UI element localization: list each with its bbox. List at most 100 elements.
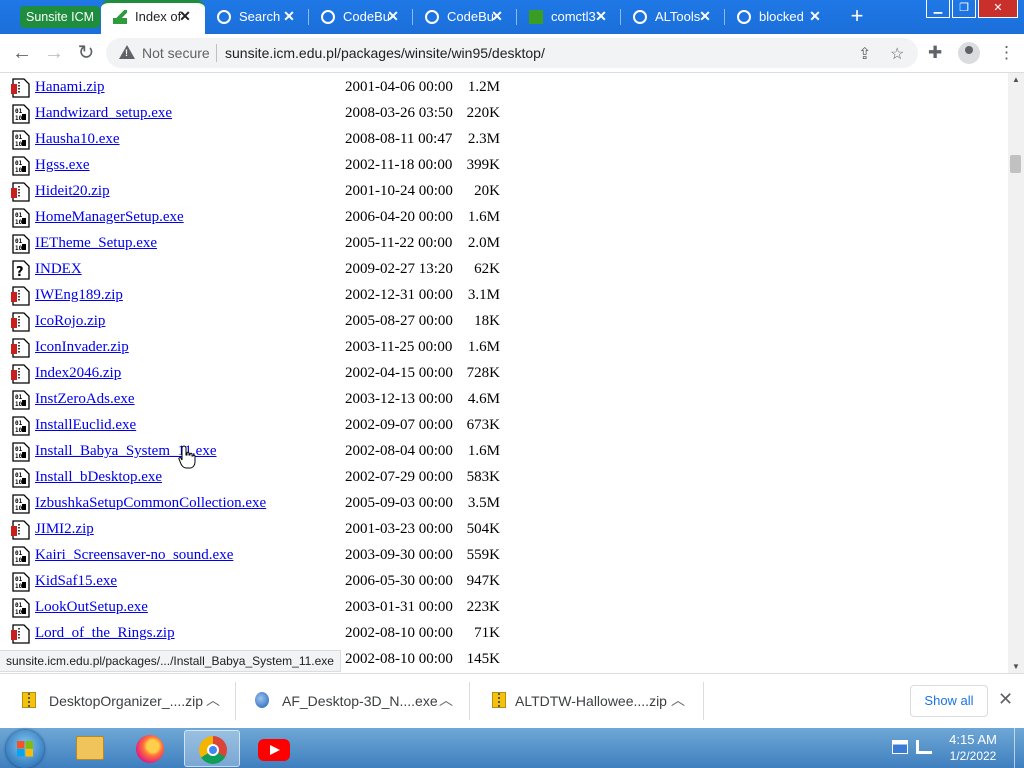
file-row: 01 10 InstallEuclid.exe 2002-09-07 00:00 673… [0,412,1000,438]
file-date: 2002-09-07 00:00 [345,417,453,433]
maximize-button[interactable]: ❐ [952,0,976,18]
tab-close-icon[interactable]: ✕ [385,8,401,24]
svg-text:10: 10 [15,115,23,122]
show-desktop-button[interactable] [1014,728,1024,768]
file-size: 559K [466,547,500,563]
tab-group-chip[interactable]: Sunsite ICM [20,6,101,28]
file-link[interactable]: Hideit20.zip [35,183,110,200]
tab-close-icon[interactable]: ✕ [281,8,297,24]
show-all-button[interactable]: Show all [910,685,988,717]
file-date: 2006-04-20 00:00 [345,209,453,225]
tab-title: blocked [759,9,804,24]
system-clock[interactable]: 4:15 AM 1/2/2022 [946,732,1000,763]
scroll-down-arrow-icon[interactable]: ▼ [1012,662,1020,671]
close-window-button[interactable]: ✕ [978,0,1018,18]
file-link[interactable]: Hgss.exe [35,157,90,174]
download-item[interactable]: DesktopOrganizer_....zip ︿ [0,674,236,729]
file-link[interactable]: Install_bDesktop.exe [35,469,162,486]
svg-text:01: 01 [15,134,23,141]
file-date: 2001-10-24 00:00 [345,183,453,199]
file-date: 2002-08-10 00:00 [345,651,453,667]
file-size: 3.5M [467,495,500,511]
chevron-up-icon[interactable]: ︿ [439,690,453,710]
profile-avatar[interactable] [958,42,980,64]
file-link[interactable]: Hausha10.exe [35,131,120,148]
binary-icon: 0110 [12,234,30,254]
taskbar-file-explorer[interactable] [62,730,118,767]
file-row: 01 10 KidSaf15.exe 2006-05-30 00:00 947K [0,568,1000,594]
globe-icon [321,10,335,24]
minimize-button[interactable]: ▁ [926,0,950,18]
reload-button[interactable]: ↻ [74,41,98,65]
file-size: 20K [474,183,500,199]
file-row: Lord_of_the_Rings.zip 2002-08-10 00:00 71K [0,620,1000,646]
new-tab-button[interactable]: + [846,5,868,28]
svg-text:01: 01 [15,212,23,219]
tab-search[interactable]: Search ✕ [205,0,309,34]
globe-icon [425,10,439,24]
taskbar-chrome[interactable] [184,730,240,767]
file-link[interactable]: HomeManagerSetup.exe [35,209,184,226]
binary-icon: 0110 [12,208,30,228]
start-button[interactable] [6,730,44,768]
file-link[interactable]: InstZeroAds.exe [35,391,135,408]
tab-close-icon[interactable]: ✕ [697,8,713,24]
file-link[interactable]: IETheme_Setup.exe [35,235,157,252]
taskbar-youtube[interactable] [246,730,302,767]
tab-codebu-2[interactable]: CodeBu ✕ [413,0,517,34]
bookmark-star-icon[interactable]: ☆ [890,44,904,64]
file-link[interactable]: IWEng189.zip [35,287,123,304]
chevron-up-icon[interactable]: ︿ [206,690,220,710]
extensions-puzzle-icon[interactable]: ✚ [928,43,942,63]
tab-close-icon[interactable]: ✕ [489,8,505,24]
file-link[interactable]: LookOutSetup.exe [35,599,148,616]
file-link[interactable]: Lord_of_the_Rings.zip [35,625,175,642]
file-link[interactable]: JIMI2.zip [35,521,94,538]
not-secure-label[interactable]: Not secure [142,45,210,61]
file-date: 2001-03-23 00:00 [345,521,453,537]
menu-kebab-icon[interactable]: ⋮ [998,43,1015,63]
file-link[interactable]: Index2046.zip [35,365,121,382]
share-icon[interactable]: ⇪ [858,44,871,64]
tab-index-of[interactable]: Index of ✕ [101,0,205,34]
tab-blocked[interactable]: blocked ✕ [725,0,835,34]
svg-text:01: 01 [15,550,23,557]
back-button[interactable]: ← [10,41,34,65]
zip-icon [22,692,36,708]
file-row: Index2046.zip 2002-04-15 00:00 728K [0,360,1000,386]
action-center-flag-icon[interactable] [892,740,908,754]
file-row: IcoRojo.zip 2005-08-27 00:00 18K [0,308,1000,334]
download-item[interactable]: ALTDTW-Hallowee....zip ︿ [470,674,704,729]
tab-close-icon[interactable]: ✕ [593,8,609,24]
tab-altools[interactable]: ALTools ✕ [621,0,725,34]
file-row: 01 10 Install_Babya_System_11.exe 2002-08-0… [0,438,1000,464]
file-link[interactable]: IcoRojo.zip [35,313,105,330]
scroll-thumb[interactable] [1010,155,1021,173]
forward-button[interactable]: → [42,41,66,65]
clock-date: 1/2/2022 [949,749,997,763]
chevron-up-icon[interactable]: ︿ [671,690,685,710]
window-controls: ▁ ❐ ✕ [924,0,1018,20]
file-link[interactable]: IconInvader.zip [35,339,129,356]
close-icon[interactable]: ✕ [998,689,1013,710]
tab-close-icon[interactable]: ✕ [177,8,193,24]
file-size: 673K [466,417,500,433]
download-item[interactable]: AF_Desktop-3D_N....exe ︿ [236,674,470,729]
file-link[interactable]: Kairi_Screensaver-no_sound.exe [35,547,233,564]
tab-comctl[interactable]: comctl3 ✕ [517,0,621,34]
file-link[interactable]: IzbushkaSetupCommonCollection.exe [35,495,266,512]
file-link[interactable]: Hanami.zip [35,79,105,96]
windows-taskbar: 4:15 AM 1/2/2022 [0,728,1024,768]
address-bar[interactable]: ! Not secure sunsite.icm.edu.pl/packages… [106,38,918,68]
url-text[interactable]: sunsite.icm.edu.pl/packages/winsite/win9… [225,45,545,61]
file-link[interactable]: INDEX [35,261,82,278]
network-icon[interactable] [916,740,932,754]
tab-close-icon[interactable]: ✕ [807,8,823,24]
file-link[interactable]: Handwizard_setup.exe [35,105,172,122]
tab-codebu-1[interactable]: CodeBu ✕ [309,0,413,34]
file-link[interactable]: KidSaf15.exe [35,573,117,590]
taskbar-firefox[interactable] [122,730,178,767]
page-scrollbar[interactable]: ▲ ▼ [1008,73,1024,673]
scroll-up-arrow-icon[interactable]: ▲ [1012,75,1020,84]
file-link[interactable]: InstallEuclid.exe [35,417,136,434]
